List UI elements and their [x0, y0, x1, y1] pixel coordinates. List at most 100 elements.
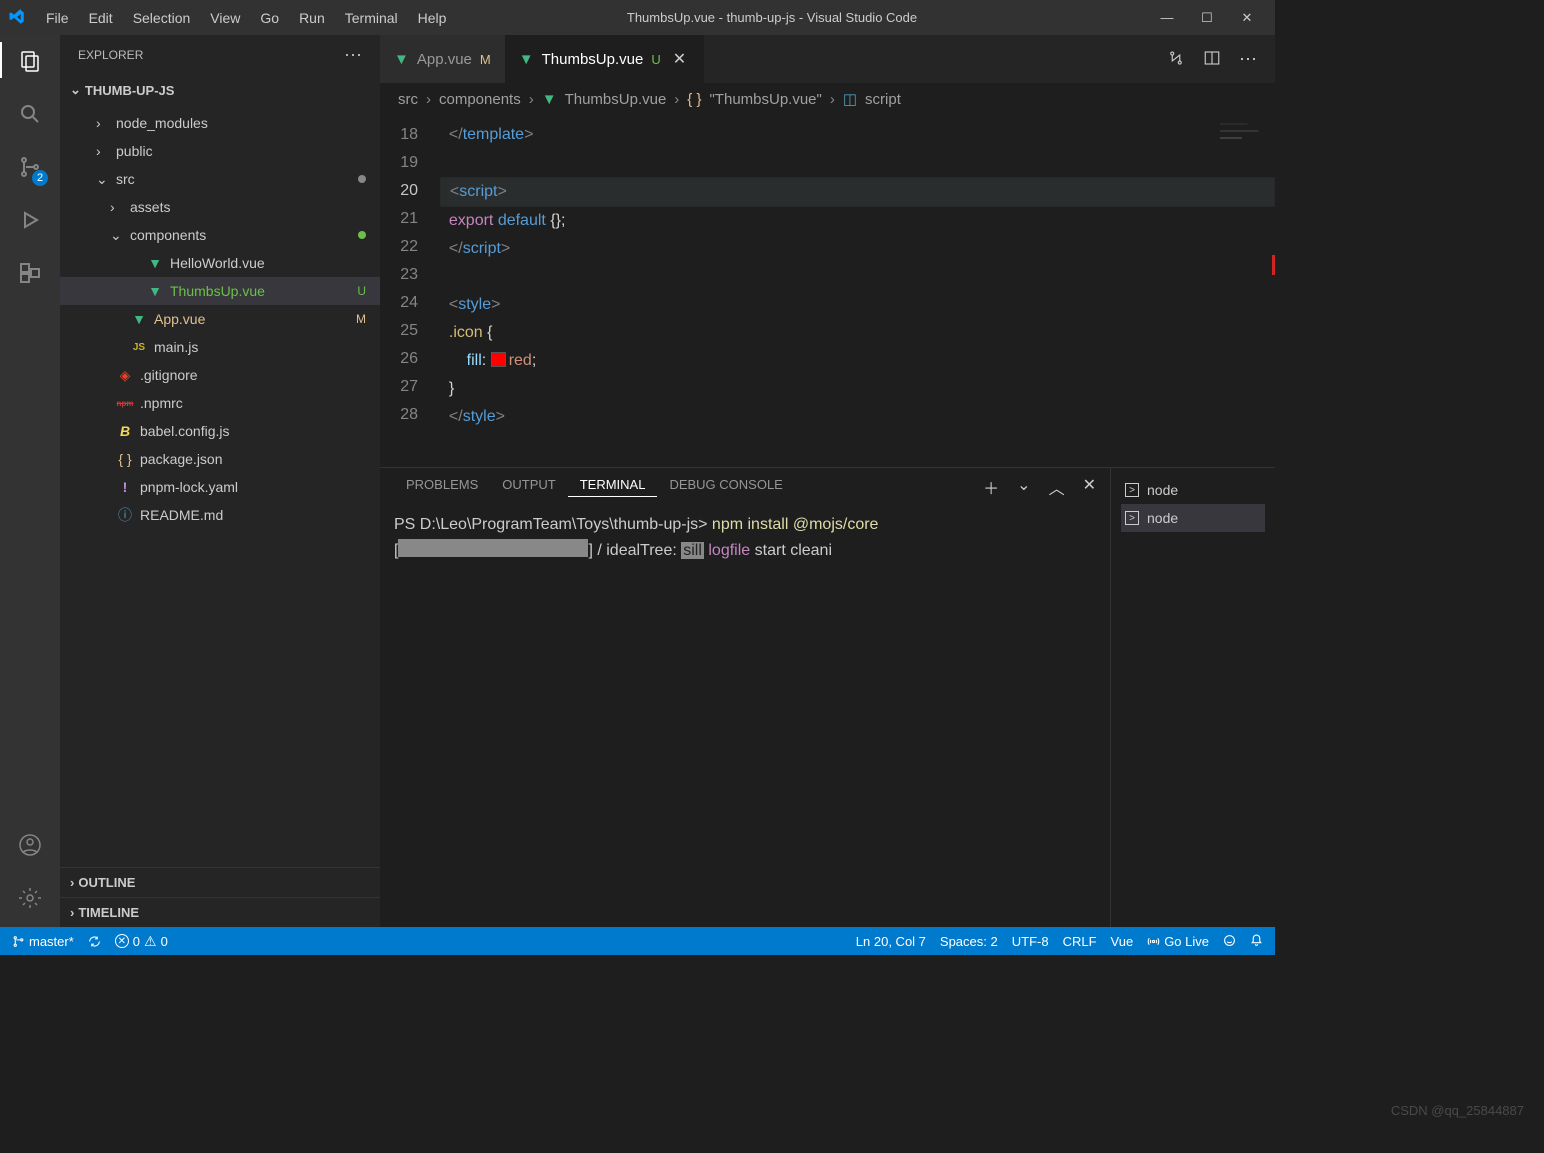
bc-component[interactable]: "ThumbsUp.vue"	[709, 91, 821, 108]
tree-item-App.vue[interactable]: ▼App.vueM	[60, 305, 380, 333]
tab-ThumbsUp.vue[interactable]: ▼ThumbsUp.vueU✕	[505, 35, 704, 83]
close-window-button[interactable]: ✕	[1237, 10, 1257, 26]
outline-label: OUTLINE	[78, 875, 135, 890]
activity-bar: 2	[0, 35, 60, 927]
source-control-icon[interactable]: 2	[18, 154, 42, 182]
settings-gear-icon[interactable]	[18, 885, 42, 913]
breadcrumb[interactable]: src› components› ▼ ThumbsUp.vue› { } "Th…	[380, 83, 1275, 115]
bc-script[interactable]: script	[865, 91, 901, 108]
language-status[interactable]: Vue	[1111, 934, 1134, 949]
go-live-button[interactable]: Go Live	[1147, 934, 1209, 949]
timeline-label: TIMELINE	[78, 905, 139, 920]
tree-item-main.js[interactable]: JS main.js	[60, 333, 380, 361]
close-tab-icon[interactable]: ✕	[669, 49, 690, 69]
menu-go[interactable]: Go	[250, 2, 289, 34]
bc-src[interactable]: src	[398, 91, 418, 108]
vue-icon: ▼	[146, 283, 164, 299]
explorer-icon[interactable]	[18, 48, 42, 76]
compare-changes-icon[interactable]	[1167, 49, 1185, 70]
menu-terminal[interactable]: Terminal	[335, 2, 408, 34]
tree-item-node_modules[interactable]: ›node_modules	[60, 109, 380, 137]
vue-icon: ▼	[130, 311, 148, 327]
more-actions-icon[interactable]: ⋯	[1239, 49, 1257, 70]
search-icon[interactable]	[18, 101, 42, 129]
terminal-dropdown-icon[interactable]: ⌄	[1017, 475, 1030, 499]
chevron-down-icon: ⌄	[70, 82, 81, 98]
tree-item-components[interactable]: ⌄components	[60, 221, 380, 249]
chevron-icon: ›	[96, 115, 110, 131]
terminal-icon: >	[1125, 511, 1139, 525]
menu-run[interactable]: Run	[289, 2, 335, 34]
notifications-icon[interactable]	[1250, 934, 1263, 949]
minimize-button[interactable]: —	[1157, 10, 1177, 26]
file-label: main.js	[154, 339, 198, 355]
encoding-status[interactable]: UTF-8	[1012, 934, 1049, 949]
statusbar: master* ✕0 ⚠0 Ln 20, Col 7 Spaces: 2 UTF…	[0, 927, 1275, 955]
tree-item-package.json[interactable]: { } package.json	[60, 445, 380, 473]
problems-button[interactable]: ✕0 ⚠0	[115, 933, 168, 950]
menu-help[interactable]: Help	[408, 2, 457, 34]
extensions-icon[interactable]	[18, 260, 42, 288]
tree-item-ThumbsUp.vue[interactable]: ▼ThumbsUp.vueU	[60, 277, 380, 305]
minimap[interactable]	[1220, 115, 1275, 265]
run-debug-icon[interactable]	[18, 207, 42, 235]
timeline-section[interactable]: › TIMELINE	[60, 897, 380, 927]
close-panel-icon[interactable]: ✕	[1083, 475, 1096, 499]
sync-button[interactable]	[88, 935, 101, 948]
menu-edit[interactable]: Edit	[79, 2, 123, 34]
maximize-panel-icon[interactable]: ︿	[1049, 475, 1065, 499]
terminal-instance[interactable]: >node	[1121, 476, 1265, 504]
new-terminal-icon[interactable]: ＋	[983, 475, 999, 499]
progress-bar	[398, 539, 588, 557]
tree-item-HelloWorld.vue[interactable]: ▼HelloWorld.vue	[60, 249, 380, 277]
menu-view[interactable]: View	[200, 2, 250, 34]
file-label: assets	[130, 199, 170, 215]
json-icon: { }	[116, 451, 134, 467]
explorer-more-icon[interactable]: ⋯	[344, 45, 362, 66]
terminal-list: >node>node	[1110, 468, 1275, 927]
tree-item-assets[interactable]: › assets	[60, 193, 380, 221]
panel-tab-debug-console[interactable]: DEBUG CONSOLE	[657, 477, 794, 497]
babel-icon: B	[116, 423, 134, 439]
account-icon[interactable]	[18, 832, 42, 860]
indent-status[interactable]: Spaces: 2	[940, 934, 998, 949]
tree-item-README.md[interactable]: ⓘREADME.md	[60, 501, 380, 529]
bc-file[interactable]: ThumbsUp.vue	[565, 91, 667, 108]
menu-selection[interactable]: Selection	[123, 2, 201, 34]
file-label: components	[130, 227, 206, 243]
tree-item-pnpm-lock.yaml[interactable]: !pnpm-lock.yaml	[60, 473, 380, 501]
tab-App.vue[interactable]: ▼App.vueM	[380, 35, 505, 83]
explorer-title: EXPLORER	[78, 48, 143, 62]
maximize-button[interactable]: ☐	[1197, 10, 1217, 26]
window-title: ThumbsUp.vue - thumb-up-js - Visual Stud…	[627, 10, 917, 25]
file-label: .npmrc	[140, 395, 183, 411]
file-label: README.md	[140, 507, 223, 523]
code-editor[interactable]: 1819202122232425262728 </template> <scri…	[380, 115, 1275, 467]
tree-item-.gitignore[interactable]: ◈.gitignore	[60, 361, 380, 389]
explorer-sidebar: EXPLORER ⋯ ⌄ THUMB-UP-JS ›node_modules›p…	[60, 35, 380, 927]
panel-tab-problems[interactable]: PROBLEMS	[394, 477, 490, 497]
cursor-position[interactable]: Ln 20, Col 7	[856, 934, 926, 949]
eol-status[interactable]: CRLF	[1063, 934, 1097, 949]
terminal[interactable]: PS D:\Leo\ProgramTeam\Toys\thumb-up-js> …	[380, 506, 1110, 927]
tree-item-public[interactable]: ›public	[60, 137, 380, 165]
file-label: package.json	[140, 451, 223, 467]
tree-item-src[interactable]: ⌄src	[60, 165, 380, 193]
chevron-icon: ›	[96, 143, 110, 159]
split-editor-icon[interactable]	[1203, 49, 1221, 70]
branch-button[interactable]: master*	[12, 934, 74, 949]
outline-section[interactable]: › OUTLINE	[60, 867, 380, 897]
feedback-icon[interactable]	[1223, 934, 1236, 949]
terminal-command: npm install @mojs/core	[712, 516, 879, 533]
bc-components[interactable]: components	[439, 91, 521, 108]
chevron-icon: ›	[110, 199, 124, 215]
tree-item-babel.config.js[interactable]: Bbabel.config.js	[60, 417, 380, 445]
cube-icon: ◫	[843, 90, 857, 108]
terminal-instance[interactable]: >node	[1121, 504, 1265, 532]
panel-tab-output[interactable]: OUTPUT	[490, 477, 567, 497]
project-header[interactable]: ⌄ THUMB-UP-JS	[60, 75, 380, 105]
menu-file[interactable]: File	[36, 2, 79, 34]
js-icon: JS	[130, 342, 148, 353]
tree-item-.npmrc[interactable]: npm.npmrc	[60, 389, 380, 417]
panel-tab-terminal[interactable]: TERMINAL	[568, 477, 658, 497]
